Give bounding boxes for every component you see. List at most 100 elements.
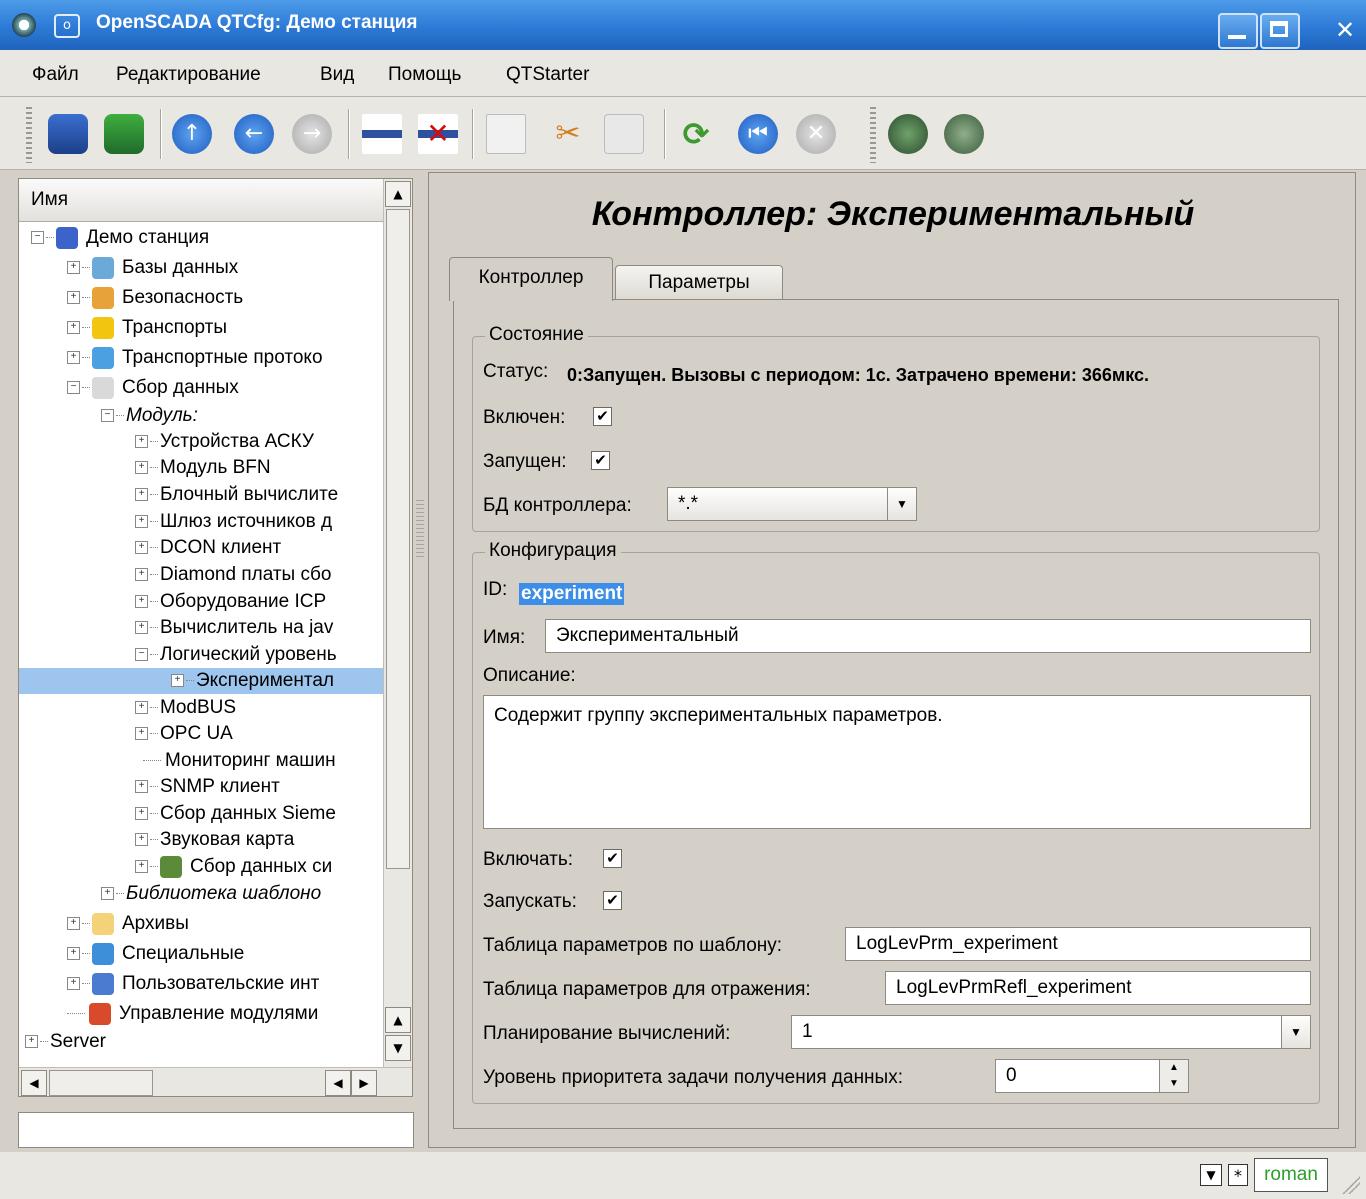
menu-edit[interactable]: Редактирование: [116, 64, 261, 86]
tree-item[interactable]: + Сбор данных Sieme: [135, 801, 336, 827]
start-icon[interactable]: ⏮: [738, 114, 778, 154]
db-select[interactable]: *.* ▼: [667, 487, 917, 521]
tree-vertical-scrollbar[interactable]: ▲ ▲ ▼: [383, 179, 412, 1067]
user-label[interactable]: roman: [1254, 1158, 1328, 1192]
collapse-icon[interactable]: −: [67, 381, 80, 395]
tree-item[interactable]: Мониторинг машин: [143, 748, 336, 774]
add-item-icon[interactable]: [362, 114, 402, 154]
tree-item[interactable]: + Diamond платы сбо: [135, 562, 331, 588]
refresh-icon[interactable]: ⟳: [676, 114, 716, 154]
expand-icon[interactable]: +: [101, 887, 114, 901]
priority-spinbox[interactable]: 0 ▲ ▼: [995, 1059, 1189, 1093]
tree-item[interactable]: + Специальные: [67, 941, 244, 967]
scroll-thumb[interactable]: [49, 1070, 153, 1096]
back-icon[interactable]: ←: [234, 114, 274, 154]
tree-item[interactable]: − Логический уровень: [135, 642, 337, 668]
close-button[interactable]: ✕: [1330, 13, 1360, 49]
tree-filter-input[interactable]: [18, 1112, 414, 1148]
descr-textarea[interactable]: Содержит группу экспериментальных параме…: [483, 695, 1311, 829]
expand-icon[interactable]: +: [67, 947, 80, 961]
tree-item[interactable]: + OPC UA: [135, 721, 233, 747]
tree-item[interactable]: + Server: [25, 1029, 106, 1055]
expand-icon[interactable]: +: [135, 488, 148, 502]
spin-up-icon[interactable]: ▲: [1159, 1060, 1188, 1076]
tree-horizontal-scrollbar[interactable]: ◀ ◀ ▶: [19, 1067, 412, 1096]
refl-table-input[interactable]: LogLevPrmRefl_experiment: [885, 971, 1311, 1005]
expand-icon[interactable]: +: [135, 515, 148, 529]
menu-view[interactable]: Вид: [320, 64, 354, 86]
expand-icon[interactable]: +: [135, 435, 148, 449]
scroll-left-button[interactable]: ◀: [21, 1070, 47, 1096]
scroll-up-button[interactable]: ▲: [385, 181, 411, 207]
tree-item[interactable]: + DCON клиент: [135, 535, 281, 561]
expand-icon[interactable]: +: [135, 461, 148, 475]
tree-item[interactable]: + Модуль BFN: [135, 455, 271, 481]
tab-parameters[interactable]: Параметры: [615, 265, 783, 301]
expand-icon[interactable]: +: [135, 568, 148, 582]
maximize-button[interactable]: [1260, 13, 1300, 49]
panel-splitter[interactable]: [416, 500, 424, 560]
app-icon[interactable]: [12, 13, 36, 37]
expand-icon[interactable]: +: [67, 261, 80, 275]
tree-item[interactable]: − Демо станция: [31, 225, 209, 251]
chevron-down-icon[interactable]: ▼: [1281, 1016, 1310, 1048]
tree-header[interactable]: Имя: [19, 179, 383, 222]
expand-icon[interactable]: +: [135, 833, 148, 847]
stop-icon[interactable]: ✕: [796, 114, 836, 154]
forward-icon[interactable]: →: [292, 114, 332, 154]
name-input[interactable]: Экспериментальный: [545, 619, 1311, 653]
db-save-icon[interactable]: [104, 114, 144, 154]
collapse-icon[interactable]: −: [135, 648, 148, 662]
copy-icon[interactable]: [486, 114, 526, 154]
tree-item[interactable]: + Пользовательские инт: [67, 971, 319, 997]
expand-icon[interactable]: +: [135, 621, 148, 635]
expand-icon[interactable]: +: [67, 321, 80, 335]
tree-item[interactable]: + Безопасность: [67, 285, 243, 311]
paste-icon[interactable]: [604, 114, 644, 154]
enabled-checkbox[interactable]: ✔: [593, 407, 612, 426]
chevron-down-icon[interactable]: ▼: [887, 488, 916, 520]
tree-item[interactable]: + Библиотека шаблоно: [101, 881, 321, 907]
to-enable-checkbox[interactable]: ✔: [603, 849, 622, 868]
tree-item[interactable]: − Сбор данных: [67, 375, 239, 401]
window-titlebar[interactable]: o OpenSCADA QTCfg: Демо станция ✕: [0, 0, 1366, 50]
status-dropdown-button[interactable]: ▼: [1200, 1164, 1222, 1186]
tree-item[interactable]: Управление модулями: [67, 1001, 318, 1027]
tree-item[interactable]: + Архивы: [67, 911, 189, 937]
menu-qtstarter[interactable]: QTStarter: [506, 64, 589, 86]
up-icon[interactable]: ↑: [172, 114, 212, 154]
collapse-icon[interactable]: −: [101, 409, 114, 423]
collapse-icon[interactable]: −: [31, 231, 44, 245]
scroll-right-button[interactable]: ▶: [351, 1070, 377, 1096]
tree-item[interactable]: + ModBUS: [135, 695, 236, 721]
expand-icon[interactable]: +: [171, 674, 184, 688]
tree-item[interactable]: + Экспериментал: [171, 668, 334, 694]
schedule-select[interactable]: 1 ▼: [791, 1015, 1311, 1049]
tree-item[interactable]: − Модуль:: [101, 403, 198, 429]
resize-grip-icon[interactable]: [1340, 1174, 1360, 1194]
station-settings-icon[interactable]: [944, 114, 984, 154]
expand-icon[interactable]: +: [135, 780, 148, 794]
tree-item[interactable]: + Шлюз источников д: [135, 509, 332, 535]
expand-icon[interactable]: +: [67, 351, 80, 365]
expand-icon[interactable]: +: [67, 917, 80, 931]
expand-icon[interactable]: +: [135, 701, 148, 715]
tree-item[interactable]: + Базы данных: [67, 255, 238, 281]
delete-item-icon[interactable]: ✕: [418, 114, 458, 154]
toolbar-grip[interactable]: [870, 107, 876, 163]
tree-item[interactable]: + Вычислитель на jav: [135, 615, 333, 641]
tree-item[interactable]: + Оборудование ICP: [135, 589, 326, 615]
expand-icon[interactable]: +: [67, 291, 80, 305]
window-menu-icon[interactable]: o: [54, 14, 80, 38]
prm-table-input[interactable]: LogLevPrm_experiment: [845, 927, 1311, 961]
station-icon[interactable]: [888, 114, 928, 154]
toolbar-grip[interactable]: [26, 107, 32, 163]
tree-item[interactable]: + Устройства АСКУ: [135, 429, 314, 455]
tree-item[interactable]: + Транспортные протоко: [67, 345, 323, 371]
expand-icon[interactable]: +: [135, 541, 148, 555]
to-start-checkbox[interactable]: ✔: [603, 891, 622, 910]
spin-down-icon[interactable]: ▼: [1159, 1076, 1188, 1092]
tab-controller[interactable]: Контроллер: [449, 257, 613, 301]
expand-icon[interactable]: +: [25, 1035, 38, 1049]
scroll-thumb[interactable]: [386, 209, 410, 869]
